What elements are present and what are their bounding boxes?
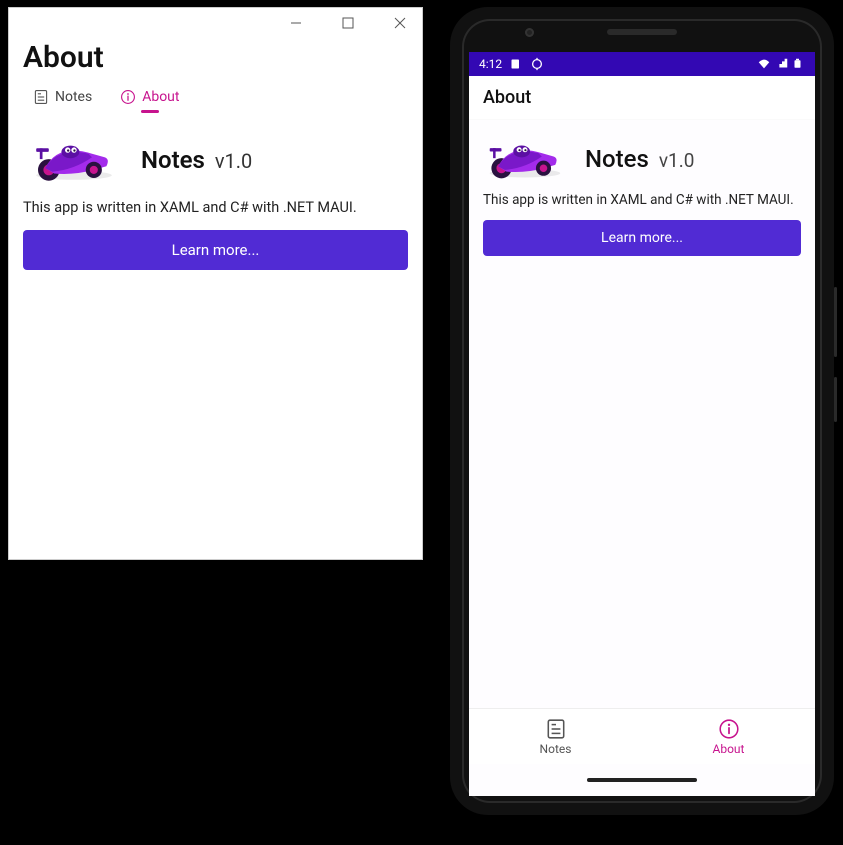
battery-icon [793, 57, 805, 71]
description-text: This app is written in XAML and C# with … [483, 192, 801, 208]
wifi-icon [757, 57, 771, 71]
sync-icon [530, 57, 544, 71]
windows-window: About Notes About Notes v1.0 This app is… [8, 7, 423, 560]
android-phone-frame: 4:12 [450, 7, 834, 815]
nav-pill[interactable] [587, 778, 697, 782]
phone-speaker [607, 29, 677, 35]
titlebar [9, 8, 422, 38]
top-tabs: Notes About [9, 81, 422, 117]
tab-about-label: About [713, 742, 745, 756]
close-button[interactable] [380, 8, 420, 38]
hero-row: Notes v1.0 [23, 129, 408, 199]
notes-icon [545, 718, 567, 740]
android-navbar [469, 764, 815, 796]
notes-icon [33, 89, 49, 105]
app-version: v1.0 [215, 149, 252, 173]
app-name: Notes [141, 146, 205, 174]
hero-text: Notes v1.0 [141, 146, 252, 174]
info-icon [120, 89, 136, 105]
tab-notes[interactable]: Notes [33, 89, 92, 113]
info-icon [718, 718, 740, 740]
hero-row: Notes v1.0 [483, 136, 801, 192]
page-body: Notes v1.0 This app is written in XAML a… [469, 120, 815, 708]
tab-about[interactable]: About [642, 709, 815, 764]
learn-more-button[interactable]: Learn more... [483, 220, 801, 256]
appbar-title: About [483, 87, 531, 108]
page-body: Notes v1.0 This app is written in XAML a… [9, 117, 422, 284]
tab-notes-label: Notes [540, 742, 572, 756]
description-text: This app is written in XAML and C# with … [23, 199, 408, 216]
hero-text: Notes v1.0 [585, 145, 694, 173]
cell-signal-icon [775, 57, 789, 71]
tab-about-label: About [142, 89, 179, 105]
phone-bezel: 4:12 [462, 19, 822, 803]
phone-power-button [834, 377, 837, 422]
phone-camera [525, 28, 534, 37]
learn-more-button[interactable]: Learn more... [23, 230, 408, 270]
bottom-tabs: Notes About [469, 708, 815, 764]
app-name: Notes [585, 145, 649, 173]
racecar-icon [483, 136, 567, 182]
minimize-button[interactable] [276, 8, 316, 38]
sim-icon [510, 57, 522, 71]
tab-about[interactable]: About [120, 89, 179, 113]
maximize-button[interactable] [328, 8, 368, 38]
racecar-icon [29, 135, 119, 185]
phone-volume-button [834, 287, 837, 357]
tab-notes[interactable]: Notes [469, 709, 642, 764]
app-bar: About [469, 76, 815, 120]
tab-notes-label: Notes [55, 89, 92, 105]
phone-screen: 4:12 [469, 52, 815, 796]
status-bar: 4:12 [469, 52, 815, 76]
status-time: 4:12 [479, 57, 502, 71]
app-version: v1.0 [659, 149, 695, 172]
page-title: About [9, 38, 422, 81]
